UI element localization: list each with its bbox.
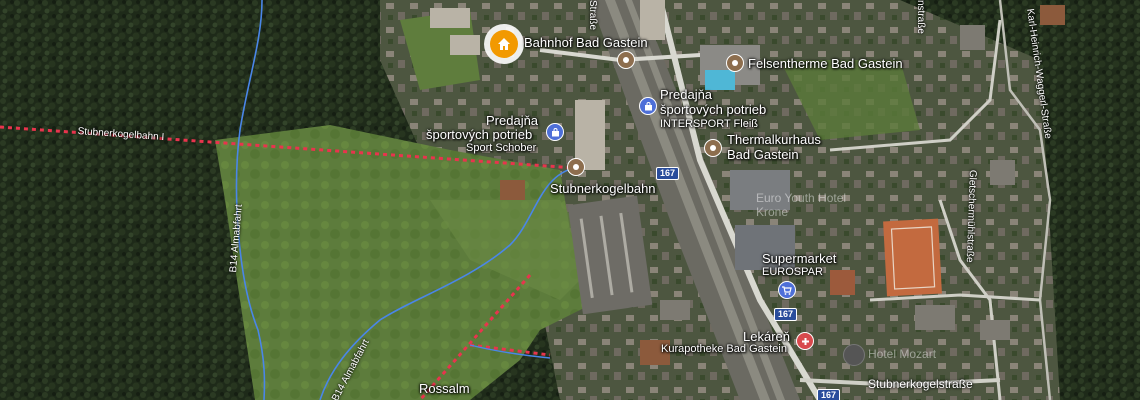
station-attraction-marker[interactable] bbox=[617, 51, 635, 69]
attraction-icon bbox=[709, 144, 717, 152]
schober-label-3[interactable]: Sport Schober bbox=[466, 142, 536, 154]
thermalkurhaus-label-2[interactable]: Bad Gastein bbox=[727, 147, 799, 162]
stubnerkogelbahn-label[interactable]: Stubnerkogelbahn bbox=[550, 181, 656, 196]
supermarket-label-1[interactable]: Supermarket bbox=[762, 251, 836, 266]
shopping-bag-icon bbox=[644, 101, 653, 111]
thermalkurhaus-label-1[interactable]: Thermalkurhaus bbox=[727, 132, 821, 147]
sport-schober-marker[interactable] bbox=[546, 123, 564, 141]
thermalkurhaus-marker[interactable] bbox=[704, 139, 722, 157]
eurospar-marker[interactable] bbox=[778, 281, 796, 299]
bahnhof-label[interactable]: Bahnhof Bad Gastein bbox=[524, 35, 648, 50]
lekaren-label-1[interactable]: Lekáreň bbox=[743, 329, 790, 344]
faded-place-label[interactable]: Hotel Mozart bbox=[868, 347, 936, 362]
felsentherme-marker[interactable] bbox=[726, 54, 744, 72]
lekaren-label-2[interactable]: Kurapotheke Bad Gastein bbox=[661, 343, 787, 355]
intersport-marker[interactable] bbox=[639, 97, 657, 115]
attraction-icon bbox=[622, 56, 630, 64]
schober-label-2[interactable]: športových potrieb bbox=[426, 127, 532, 142]
faded-place-marker[interactable] bbox=[843, 344, 865, 366]
map-view[interactable]: Bahnhof Bad Gastein Felsentherme Bad Gas… bbox=[0, 0, 1140, 400]
route-shield-167: 167 bbox=[656, 167, 680, 180]
road-stubnerkogelstrasse: Stubnerkogelstraße bbox=[868, 377, 973, 391]
schober-label-1[interactable]: Predajňa bbox=[486, 113, 538, 128]
pharmacy-icon bbox=[801, 337, 810, 346]
intersport-label-1[interactable]: Predajňa bbox=[660, 87, 712, 102]
supermarket-label-2[interactable]: EUROSPAR bbox=[762, 266, 823, 278]
attraction-icon bbox=[572, 163, 580, 171]
felsentherme-label[interactable]: Felsentherme Bad Gastein bbox=[748, 56, 903, 71]
pharmacy-marker[interactable] bbox=[796, 332, 814, 350]
intersport-label-2[interactable]: športových potrieb bbox=[660, 102, 766, 117]
road-strasse-top: Straße bbox=[587, 0, 598, 31]
attraction-icon bbox=[731, 59, 739, 67]
shopping-bag-icon bbox=[551, 127, 560, 137]
route-shield-167: 167 bbox=[774, 308, 798, 321]
road-strasse-top-right: nstraße bbox=[915, 0, 926, 34]
shopping-cart-icon bbox=[782, 285, 792, 295]
euro-youth-label[interactable]: Euro Youth Hotel Krone bbox=[756, 191, 876, 219]
route-shield-167: 167 bbox=[817, 389, 841, 400]
intersport-label-3[interactable]: INTERSPORT Fleiß bbox=[660, 118, 758, 130]
rossalm-label[interactable]: Rossalm bbox=[419, 381, 470, 396]
stubnerkogelbahn-marker[interactable] bbox=[567, 158, 585, 176]
home-marker[interactable] bbox=[484, 24, 524, 64]
home-icon bbox=[490, 30, 518, 58]
